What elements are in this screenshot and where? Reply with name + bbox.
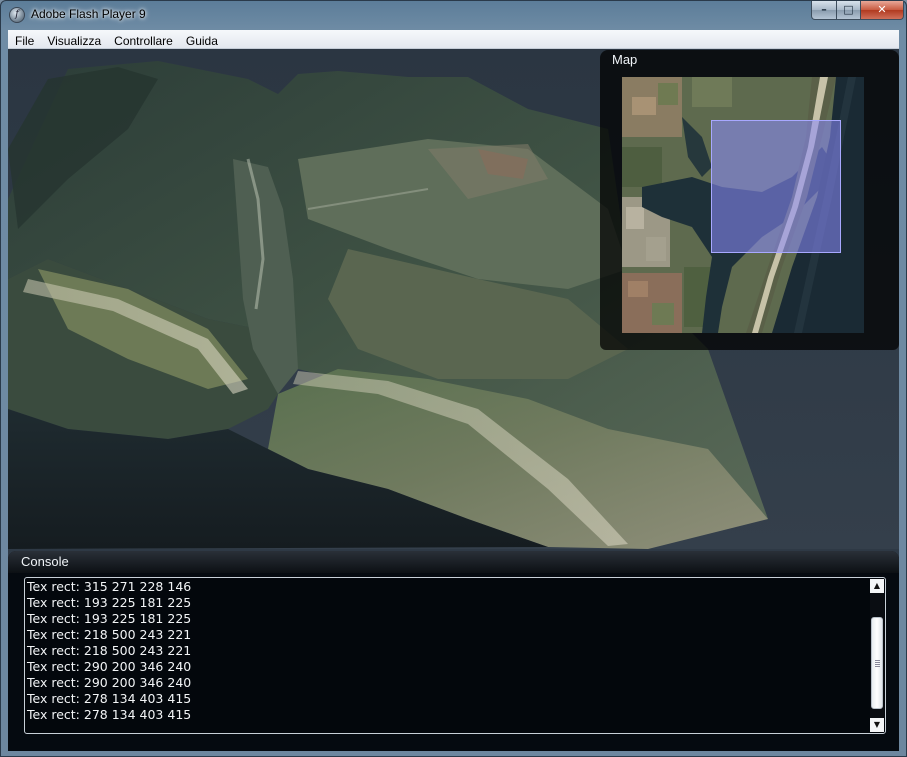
menu-file[interactable]: File xyxy=(8,32,40,50)
minimize-button[interactable]: – xyxy=(811,1,837,20)
scrollbar-grip-icon xyxy=(875,660,880,667)
flash-content-area: Map Console Tex rect: 315 271 228 146 Te… xyxy=(8,49,899,751)
console-line: Tex rect: 290 200 346 240 xyxy=(27,675,192,690)
title-bar[interactable]: f Adobe Flash Player 9 – □ ✕ xyxy=(1,1,906,29)
console-title: Console xyxy=(21,554,69,569)
close-button[interactable]: ✕ xyxy=(860,1,904,20)
window-title: Adobe Flash Player 9 xyxy=(31,7,146,21)
flash-player-window: f Adobe Flash Player 9 – □ ✕ File Visuali… xyxy=(0,0,907,757)
console-scrollbar[interactable]: ▲ ▼ xyxy=(870,579,884,732)
scrollbar-thumb[interactable] xyxy=(871,617,883,709)
console-line: Tex rect: 193 225 181 225 xyxy=(27,611,192,626)
scroll-down-arrow-icon[interactable]: ▼ xyxy=(870,718,884,732)
menu-controllare[interactable]: Controllare xyxy=(107,32,179,50)
console-lines: Tex rect: 315 271 228 146 Tex rect: 193 … xyxy=(27,579,191,723)
flash-player-icon: f xyxy=(9,7,25,23)
console-panel: Console Tex rect: 315 271 228 146 Tex re… xyxy=(8,551,899,751)
menu-guida[interactable]: Guida xyxy=(179,32,224,50)
console-line: Tex rect: 218 500 243 221 xyxy=(27,627,192,642)
console-header: Console xyxy=(8,551,899,573)
map-viewport-rectangle[interactable] xyxy=(711,120,841,253)
console-output[interactable]: Tex rect: 315 271 228 146 Tex rect: 193 … xyxy=(24,577,886,734)
console-line: Tex rect: 218 500 243 221 xyxy=(27,643,192,658)
menu-visualizza[interactable]: Visualizza xyxy=(40,32,107,50)
map-panel: Map xyxy=(600,50,899,350)
map-panel-title: Map xyxy=(612,52,638,67)
maximize-button[interactable]: □ xyxy=(836,1,861,20)
console-line: Tex rect: 315 271 228 146 xyxy=(27,579,192,594)
menu-bar: File Visualizza Controllare Guida xyxy=(8,30,899,49)
scroll-up-arrow-icon[interactable]: ▲ xyxy=(870,579,884,593)
console-line: Tex rect: 278 134 403 415 xyxy=(27,707,192,722)
satellite-minimap[interactable] xyxy=(622,77,864,333)
console-line: Tex rect: 193 225 181 225 xyxy=(27,595,192,610)
console-line: Tex rect: 278 134 403 415 xyxy=(27,691,192,706)
console-line: Tex rect: 290 200 346 240 xyxy=(27,659,192,674)
